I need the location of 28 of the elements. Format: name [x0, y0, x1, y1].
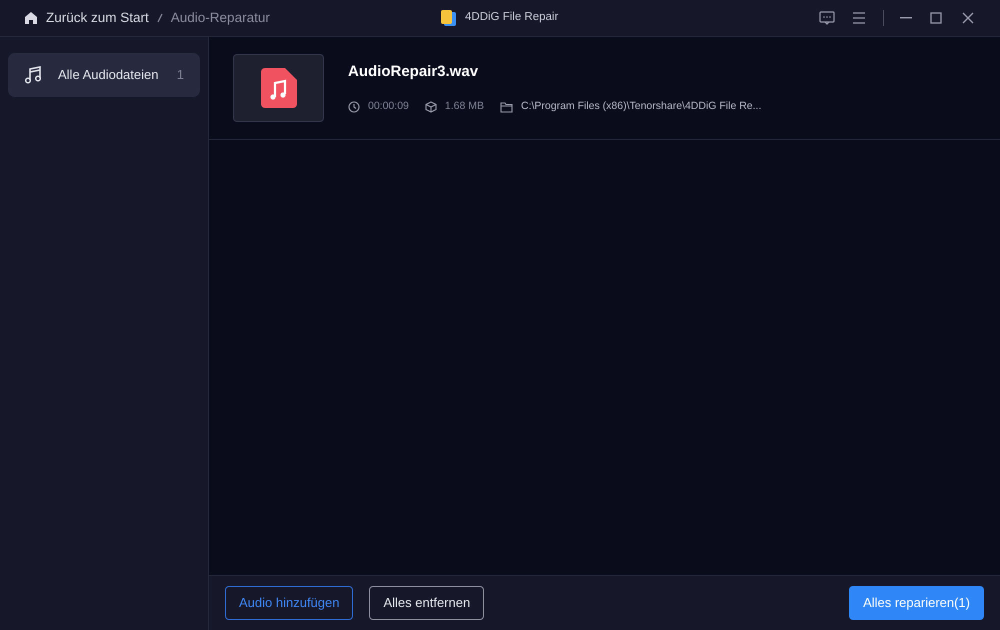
file-name: AudioRepair3.wav	[348, 62, 480, 82]
maximize-icon	[928, 10, 944, 26]
back-to-start-link[interactable]: Zurück zum Start	[24, 8, 149, 28]
maximize-button[interactable]	[928, 10, 944, 26]
feedback-icon	[819, 10, 835, 26]
audio-file-icon	[260, 68, 296, 108]
close-icon	[960, 10, 976, 26]
file-duration: 00:00:09	[368, 99, 409, 114]
separator-icon	[156, 13, 163, 23]
file-size: 1.68 MB	[444, 99, 484, 114]
close-button[interactable]	[960, 10, 976, 26]
add-audio-button[interactable]: Audio hinzufügen	[225, 586, 354, 620]
minimize-icon	[900, 17, 912, 19]
repair-all-button[interactable]: Alles reparieren(1)	[849, 586, 984, 620]
clock-icon	[348, 101, 360, 114]
remove-all-button[interactable]: Alles entfernen	[369, 586, 484, 620]
app-logo-icon	[440, 9, 457, 27]
folder-icon	[500, 102, 513, 113]
feedback-button[interactable]	[819, 10, 835, 26]
cube-icon	[424, 101, 437, 114]
sidebar-item[interactable]: Alle Audiodateien 1	[8, 53, 200, 97]
menu-icon	[851, 10, 867, 26]
file-path: C:\Program Files (x86)\Tenorshare\4DDiG File Re...	[520, 99, 762, 114]
home-icon	[24, 11, 38, 25]
app-title: 4DDiG File Repair	[465, 10, 558, 26]
music-note-icon	[24, 65, 42, 85]
menu-button[interactable]	[851, 10, 867, 26]
breadcrumb-current: Audio-Reparatur	[170, 8, 270, 27]
